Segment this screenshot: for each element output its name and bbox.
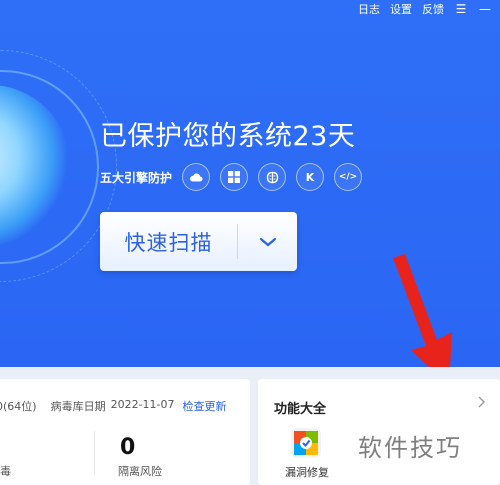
cloud-icon[interactable] xyxy=(182,163,211,191)
db-date-label: 病毒库日期 xyxy=(50,400,106,413)
stat-divider xyxy=(94,431,95,475)
protection-title: 已保护您的系统23天 xyxy=(100,121,356,152)
chevron-down-icon xyxy=(259,237,276,246)
version-text: 0(64位) xyxy=(0,400,37,413)
features-title: 功能大全 xyxy=(274,402,327,417)
hero-panel: 日志 设置 反馈 ☰ — 已保护您的系统23天 五大引擎防护 K </> 快速扫… xyxy=(0,0,500,367)
version-info-row: 0(64位) 病毒库日期 2022-11-07 检查更新 xyxy=(0,398,227,414)
log-link[interactable]: 日志 xyxy=(358,1,380,17)
feedback-link[interactable]: 反馈 xyxy=(422,1,444,17)
code-icon[interactable]: </> xyxy=(334,163,363,191)
ai-brain-icon[interactable] xyxy=(258,163,287,191)
red-arrow-annotation xyxy=(393,254,452,367)
quarantine-label: 隔离风险 xyxy=(118,465,162,478)
stat-label-fragment: 毒 xyxy=(0,465,11,478)
minimize-icon[interactable]: — xyxy=(478,3,492,15)
quick-scan-button-group: 快速扫描 xyxy=(100,212,297,271)
engine-row: 五大引擎防护 K </> xyxy=(100,163,372,191)
watermark-text: 软件技巧 xyxy=(358,434,462,462)
check-update-link[interactable]: 检查更新 xyxy=(183,398,227,414)
quick-scan-button[interactable]: 快速扫描 xyxy=(100,212,237,271)
vulnerability-repair-label[interactable]: 漏洞修复 xyxy=(285,464,329,480)
scan-options-dropdown[interactable] xyxy=(238,212,297,271)
chevron-right-icon[interactable] xyxy=(476,395,486,409)
quarantine-count[interactable]: 0 xyxy=(120,435,135,460)
windows-icon[interactable] xyxy=(220,163,249,191)
top-bar: 日志 设置 反馈 ☰ — xyxy=(358,0,500,18)
vulnerability-repair-icon[interactable] xyxy=(290,427,322,459)
db-date-value: 2022-11-07 xyxy=(110,398,175,411)
settings-link[interactable]: 设置 xyxy=(390,1,412,17)
engines-label: 五大引擎防护 xyxy=(100,170,173,185)
kaspersky-k-icon[interactable]: K xyxy=(296,163,325,191)
menu-icon[interactable]: ☰ xyxy=(454,3,468,15)
